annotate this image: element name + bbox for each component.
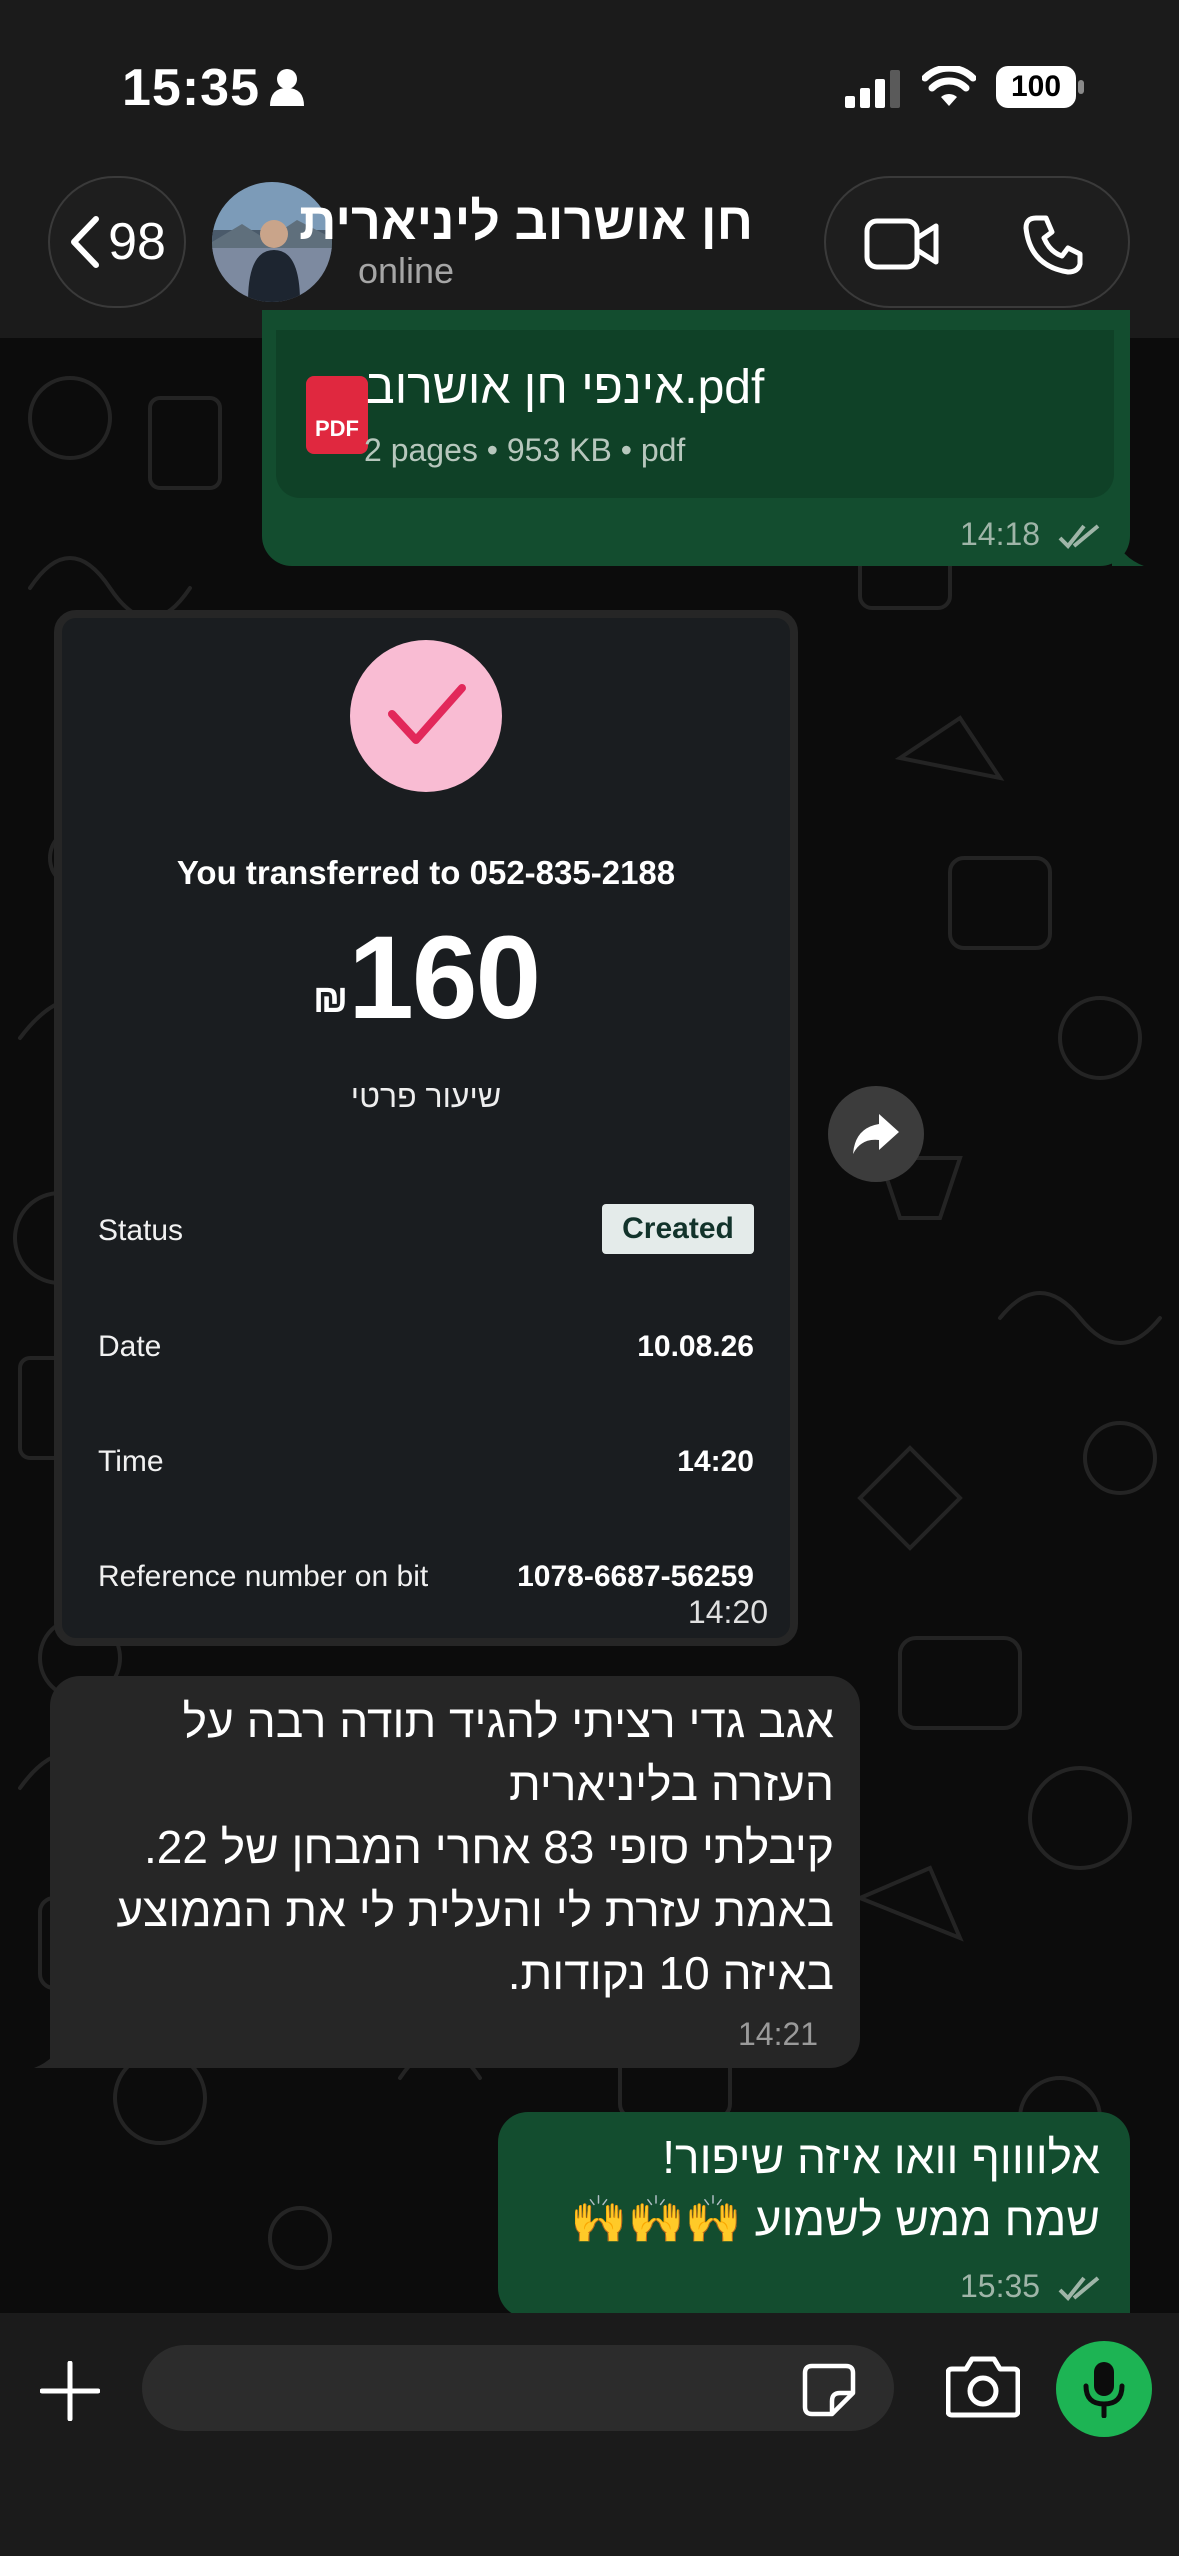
currency-symbol: ₪ [312, 977, 349, 1021]
row-label-status: Status [98, 1214, 184, 1247]
double-check-icon [1058, 524, 1100, 549]
bubble-tail [1112, 534, 1144, 566]
battery-icon: 100 [996, 66, 1076, 108]
row-label-date: Date [98, 1330, 162, 1363]
forward-button[interactable] [828, 1086, 924, 1182]
video-call-icon[interactable] [864, 216, 940, 272]
row-value-date: 10.08.26 [637, 1330, 754, 1363]
call-actions [824, 176, 1130, 308]
success-badge [350, 640, 502, 792]
phone-call-icon[interactable] [1022, 214, 1084, 276]
status-bar: 15:35 100 [0, 0, 1179, 170]
camera-icon[interactable] [946, 2355, 1020, 2419]
message-line: קיבלתי סופי 83 אחרי המבחן של 22. [143, 1821, 834, 1873]
transfer-note: שיעור פרטי [350, 1078, 502, 1114]
contact-status: online [358, 250, 455, 291]
wifi-icon [922, 66, 976, 106]
row-label-time: Time [98, 1445, 164, 1478]
sticker-icon[interactable] [802, 2363, 856, 2417]
message-line: העזרה בליניארית [509, 1758, 834, 1810]
status-time: 15:35 [122, 59, 260, 117]
row-label-reference: Reference number on bit [98, 1560, 429, 1593]
transfer-title: You transferred to 052-835-2188 [176, 854, 676, 891]
status-value: Created [622, 1212, 734, 1245]
message-line: באמת עזרת לי והעלית לי את הממוצע [116, 1884, 834, 1936]
double-check-icon [1058, 2276, 1100, 2301]
signal-icon [845, 70, 900, 108]
message-line: אגב גדי רציתי להגיד תודה רבה על [182, 1695, 834, 1747]
message-composer [0, 2313, 1179, 2556]
chevron-left-icon [71, 216, 100, 268]
payment-card[interactable]: You transferred to 052-835-2188 ₪160 שיע… [54, 610, 798, 1646]
battery-tip [1078, 80, 1084, 94]
message-line: באיזה 10 נקודות. [507, 1947, 834, 1999]
file-message-bubble[interactable]: PDF אינפי חן אושרוב.pdf 2 pages • 953 KB… [262, 310, 1130, 566]
unread-count: 98 [108, 213, 166, 271]
message-line: אלווווף וואו איזה שיפור! [662, 2131, 1100, 2183]
microphone-icon [1083, 2362, 1125, 2418]
contact-name[interactable]: חן אושרוב ליניארית [299, 192, 753, 252]
file-details: 2 pages • 953 KB • pdf [364, 432, 686, 468]
message-time: 14:20 [687, 1594, 768, 1630]
bubble-tail [34, 2034, 68, 2068]
incoming-message-text: אגב גדי רציתי להגיד תודה רבה על העזרה בל… [76, 1690, 834, 2005]
message-time: 14:18 [960, 516, 1041, 552]
status-badge: Created [602, 1204, 754, 1254]
file-name: אינפי חן אושרוב.pdf [366, 361, 765, 414]
message-line: שמח ממש לשמוע 🙌🙌🙌 [570, 2193, 1100, 2245]
voice-message-button[interactable] [1056, 2341, 1152, 2437]
battery-level: 100 [1010, 70, 1062, 103]
back-button[interactable]: 98 [48, 176, 186, 308]
pdf-file-icon: PDF [306, 376, 368, 454]
person-icon [270, 69, 304, 106]
reply-message-text: אלווווף וואו איזה שיפור! שמח ממש לשמוע 🙌… [522, 2126, 1100, 2250]
message-time: 15:35 [960, 2268, 1041, 2304]
reply-message-bubble[interactable]: אלווווף וואו איזה שיפור! שמח ממש לשמוע 🙌… [498, 2112, 1130, 2318]
forward-icon [853, 1114, 899, 1154]
file-attachment[interactable]: PDF אינפי חן אושרוב.pdf 2 pages • 953 KB… [276, 330, 1114, 498]
incoming-message-bubble[interactable]: אגב גדי רציתי להגיד תודה רבה על העזרה בל… [50, 1676, 860, 2068]
check-icon [388, 684, 466, 744]
pdf-badge: PDF [315, 416, 359, 441]
plus-icon[interactable] [40, 2361, 100, 2421]
transfer-amount: ₪160 [62, 910, 790, 1046]
message-time: 14:21 [738, 2016, 819, 2052]
message-input[interactable] [142, 2345, 894, 2431]
chat-screen: 15:35 100 98 חן אושרוב ליניארית online P… [0, 0, 1179, 2556]
amount-value: 160 [348, 912, 541, 1044]
row-value-reference: 1078-6687-56259 [517, 1560, 754, 1593]
row-value-time: 14:20 [677, 1445, 754, 1478]
